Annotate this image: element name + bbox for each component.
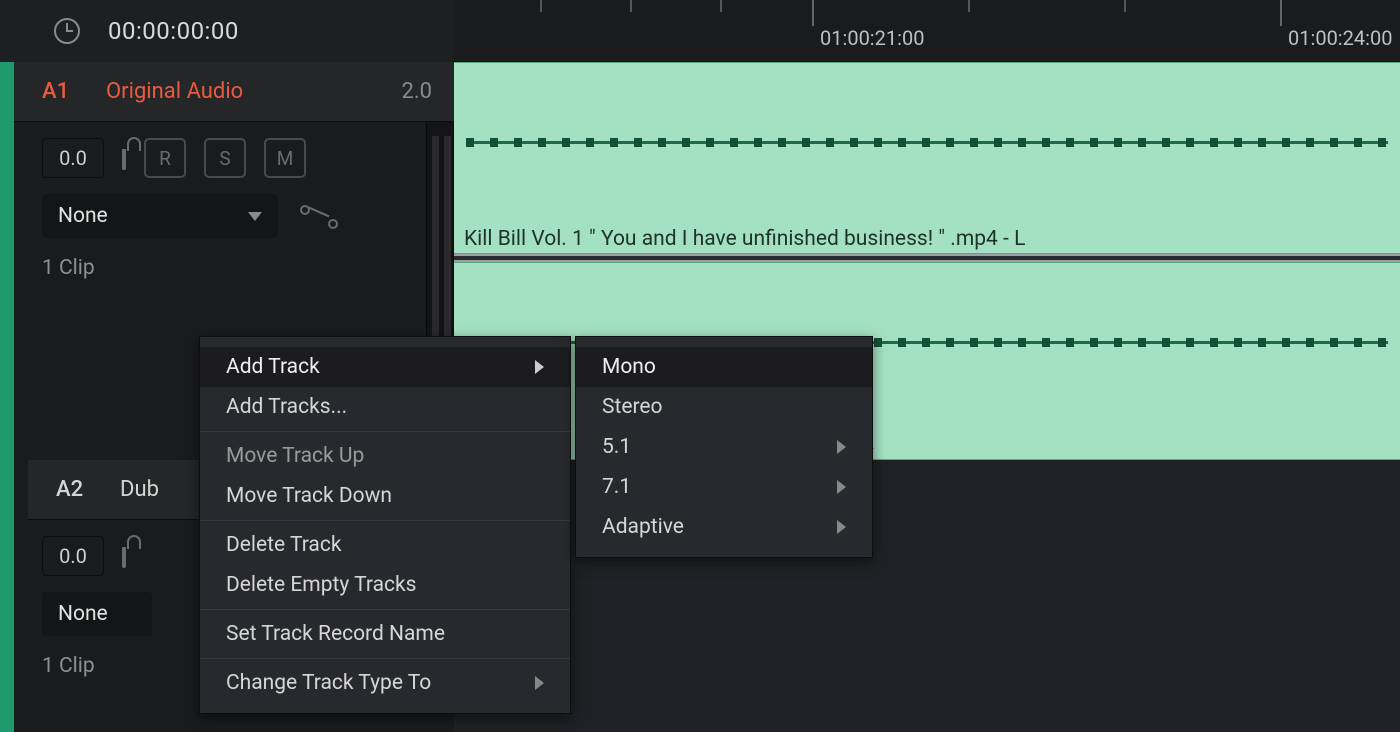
menu-item-set-track-record-name[interactable]: Set Track Record Name [200,614,570,654]
menu-separator [200,431,570,432]
menu-item-move-track-down[interactable]: Move Track Down [200,476,570,516]
menu-item-change-track-type[interactable]: Change Track Type To [200,663,570,703]
menu-separator [200,609,570,610]
add-track-submenu: Mono Stereo 5.1 7.1 Adaptive [575,336,873,558]
track-header-a1[interactable]: A1 Original Audio 2.0 [14,62,454,122]
audio-clip-a1-left[interactable]: Kill Bill Vol. 1 " You and I have unfini… [454,62,1400,254]
track-channel-config: 2.0 [401,79,432,104]
menu-item-delete-empty-tracks[interactable]: Delete Empty Tracks [200,565,570,605]
track-color-strip [0,62,14,732]
lock-icon[interactable] [122,149,126,168]
ruler-tick [812,0,814,26]
menu-item-delete-track[interactable]: Delete Track [200,525,570,565]
gain-value[interactable]: 0.0 [42,138,104,178]
mute-button[interactable]: M [264,138,306,178]
ruler-label: 01:00:24:00 [1288,26,1392,50]
gain-value[interactable]: 0.0 [42,536,104,576]
track-name[interactable]: Original Audio [106,79,401,104]
submenu-item-7-1[interactable]: 7.1 [576,467,872,507]
menu-item-add-tracks[interactable]: Add Tracks... [200,387,570,427]
chevron-right-icon [535,360,544,374]
menu-item-move-track-up: Move Track Up [200,436,570,476]
track-id: A1 [42,79,106,104]
ruler-label: 01:00:21:00 [820,26,924,50]
automation-mode-value: None [58,602,108,626]
clip-name-label: Kill Bill Vol. 1 " You and I have unfini… [464,227,1025,251]
clock-icon [54,18,80,44]
submenu-item-adaptive[interactable]: Adaptive [576,507,872,547]
lane-separator [454,254,1400,262]
chevron-right-icon [837,520,846,534]
submenu-item-stereo[interactable]: Stereo [576,387,872,427]
playhead-timecode: 00:00:00:00 [108,17,239,45]
chevron-right-icon [837,440,846,454]
chevron-down-icon [248,212,262,221]
ruler-tick [1280,0,1282,26]
clip-count-label: 1 Clip [14,248,454,280]
ruler-scale[interactable]: 01:00:21:00 01:00:24:00 [454,0,1400,61]
lock-icon[interactable] [122,547,126,566]
timeline-ruler[interactable]: 00:00:00:00 01:00:21:00 01:00:24:00 [0,0,1400,62]
automation-mode-select[interactable]: None [42,592,152,636]
automation-mode-select[interactable]: None [42,194,278,238]
timecode-display[interactable]: 00:00:00:00 [0,0,454,62]
solo-button[interactable]: S [204,138,246,178]
menu-separator [200,658,570,659]
submenu-item-mono[interactable]: Mono [576,347,872,387]
menu-item-add-track[interactable]: Add Track [200,347,570,387]
track-id: A2 [56,477,120,502]
track-context-menu: Add Track Add Tracks... Move Track Up Mo… [199,336,571,714]
record-arm-button[interactable]: R [144,138,186,178]
submenu-item-5-1[interactable]: 5.1 [576,427,872,467]
chevron-right-icon [535,676,544,690]
automation-mode-value: None [58,204,108,228]
chevron-right-icon [837,480,846,494]
menu-separator [200,520,570,521]
curve-editor-icon[interactable] [300,203,338,229]
